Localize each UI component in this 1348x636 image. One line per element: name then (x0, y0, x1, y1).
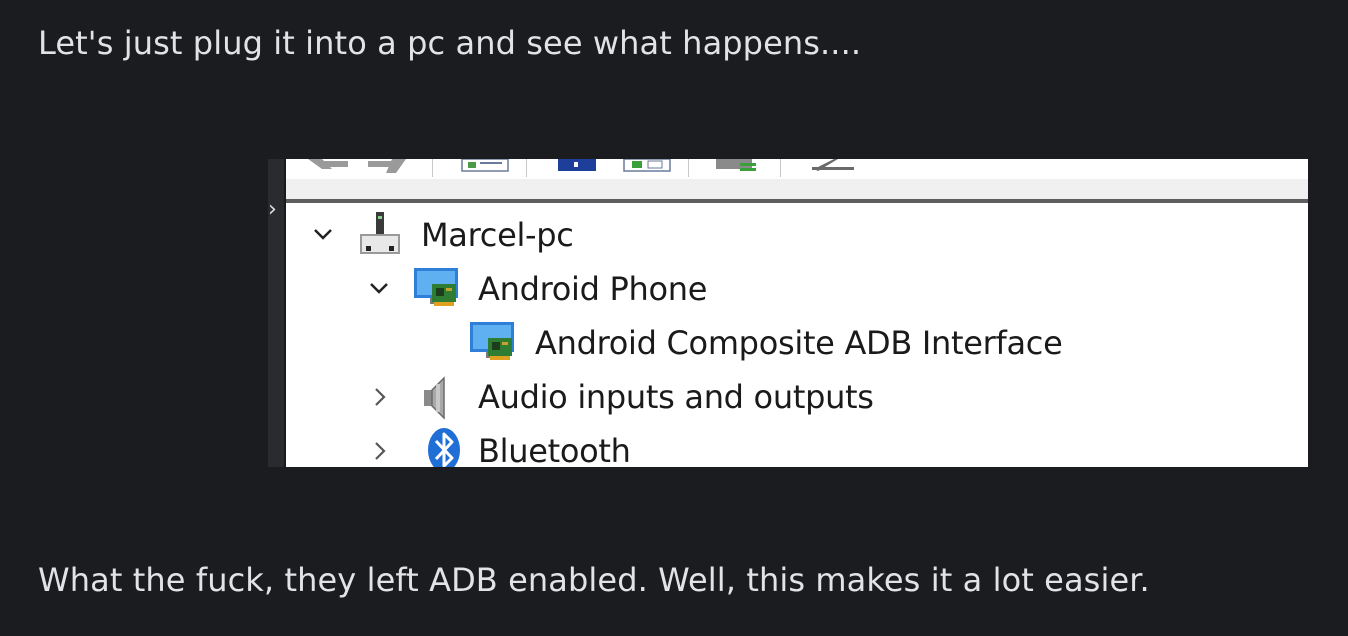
chevron-down-icon[interactable] (312, 226, 334, 242)
tree-root-row[interactable]: Marcel-pc (286, 208, 1308, 262)
chevron-down-icon[interactable] (368, 280, 390, 296)
update-driver-icon[interactable] (812, 159, 854, 171)
forward-arrow-icon[interactable] (368, 159, 406, 173)
chevron-right-icon: › (268, 197, 277, 222)
tree-item-label: Android Phone (478, 270, 708, 308)
tree-item-adb-interface[interactable]: Android Composite ADB Interface (286, 316, 1308, 370)
tree-root-label: Marcel-pc (421, 216, 574, 254)
tree-item-label: Bluetooth (478, 432, 631, 467)
display-icon[interactable] (623, 159, 671, 172)
tree-item-label: Audio inputs and outputs (478, 378, 874, 416)
header-bar (286, 179, 1308, 199)
computer-icon (360, 212, 400, 254)
device-manager-screenshot: › Marcel-pc Android Phone Android Compos… (268, 159, 1308, 467)
intro-text: Let's just plug it into a pc and see wha… (38, 24, 862, 62)
tree-item-label: Android Composite ADB Interface (535, 324, 1063, 362)
properties-icon[interactable] (461, 159, 509, 172)
monitor-board-icon (414, 268, 458, 306)
toolbar (286, 159, 1308, 181)
scan-hardware-icon[interactable] (716, 159, 756, 171)
tree-item-bluetooth[interactable]: Bluetooth (286, 424, 1308, 467)
tree-item-audio[interactable]: Audio inputs and outputs (286, 370, 1308, 424)
chevron-right-icon[interactable] (372, 386, 388, 408)
tree-item-android-phone[interactable]: Android Phone (286, 262, 1308, 316)
monitor-board-icon (470, 322, 514, 360)
back-arrow-icon[interactable] (308, 159, 348, 169)
bluetooth-icon (428, 428, 460, 467)
speaker-icon (424, 376, 445, 420)
device-tree: Marcel-pc Android Phone Android Composit… (286, 203, 1308, 467)
chevron-right-icon[interactable] (372, 440, 388, 462)
help-icon[interactable] (558, 159, 596, 171)
toolbar-icons (308, 159, 854, 177)
outro-text: What the fuck, they left ADB enabled. We… (38, 561, 1150, 599)
